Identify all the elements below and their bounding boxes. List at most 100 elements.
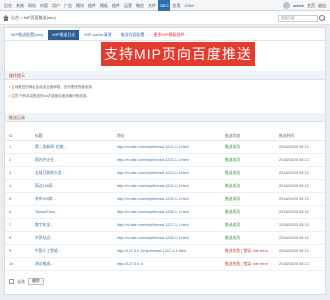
breadcrumb-root[interactable]: 后台: [11, 15, 19, 21]
cell-title-link[interactable]: 发布300款...: [35, 193, 117, 205]
header-id: ID: [9, 134, 13, 138]
cell-url-link[interactable]: http://127.0.0.1/mip/thread-1217-1-1.htm…: [117, 245, 225, 257]
menu-item[interactable]: 用户: [50, 0, 62, 11]
tab-5[interactable]: 更多MIP模板插件: [149, 30, 188, 40]
tip-highlight: 注意: [11, 94, 19, 98]
cell-status: 推送成功: [225, 158, 241, 162]
cell-time: 2018/03/23 05:13: [279, 210, 309, 214]
cell-id: 7: [9, 223, 12, 227]
log-section-title: 推送记录: [5, 113, 325, 122]
table-row: 4 高达108家... http://m.site.com/mip/thread-1…: [5, 180, 325, 193]
table-row: 5 发布300款... http://m.site.com/mip/thread-1…: [5, 193, 325, 206]
tips-list: • 主动推送的网址会经由百度审核，但可更快的被收录。 • 注意 只有本站推送的u…: [9, 83, 319, 101]
cell-id: 3: [9, 171, 12, 175]
cell-time: 2018/03/23 05:13: [279, 223, 309, 227]
menu-item[interactable]: CRM: [182, 0, 195, 11]
cell-url-link[interactable]: http://m.site.com/mip/thread-1228-1-1.ht…: [117, 232, 225, 244]
cell-url-link[interactable]: http://m.site.com/mip/thread-1224-1-1.ht…: [117, 180, 225, 192]
menu-item[interactable]: 内容: [38, 0, 50, 11]
menu-item[interactable]: 插件: [86, 0, 98, 11]
table-row: 10 测试推送... http://127.0.0.1/推送失败 | 错误: sit…: [5, 258, 325, 271]
table-row: 1 第二条新闻: 伦敦... http://m.site.com/mip/threa…: [5, 141, 325, 154]
menu-item[interactable]: 网站: [26, 0, 38, 11]
tab-4[interactable]: 推送内容配置: [116, 30, 148, 40]
tips-section-title: 操作提示: [5, 71, 325, 80]
cell-url-link[interactable]: http://m.site.com/mip/thread-1221-1-1.ht…: [117, 141, 225, 153]
cell-title-link[interactable]: 全球互联网大会...: [35, 167, 117, 179]
menu-item[interactable]: 后台: [2, 0, 14, 11]
header-title: 标题: [35, 134, 43, 138]
header-url: 地址: [117, 134, 125, 138]
header-time: 推送时间: [279, 134, 295, 138]
cell-title-link[interactable]: 高达108家...: [35, 180, 117, 192]
cell-title-link[interactable]: 中国人工智能...: [35, 245, 117, 257]
cell-url-link[interactable]: http://m.site.com/mip/thread-1222-1-1.ht…: [117, 154, 225, 166]
cell-status: 推送成功: [225, 210, 241, 214]
menu-item[interactable]: 模板: [98, 0, 110, 11]
tab-2[interactable]: MIP推送日志: [48, 30, 80, 40]
table-header: ID 标题 地址 推送状态 推送时间: [5, 131, 325, 141]
menu-item[interactable]: 文件: [146, 0, 158, 11]
menu-item[interactable]: 广告: [62, 0, 74, 11]
menu-item[interactable]: SEO: [158, 0, 171, 11]
cell-url-link[interactable]: http://m.site.com/mip/thread-1227-1-1.ht…: [117, 219, 225, 231]
breadcrumb-current: MIP页面推送(seo): [23, 14, 56, 20]
cell-title-link[interactable]: 第二条新闻: 伦敦...: [35, 141, 117, 153]
user-link-home[interactable]: 主页: [307, 3, 315, 9]
cell-id: 6: [9, 210, 12, 214]
cell-status: 推送成功: [225, 145, 241, 149]
cell-status: 推送成功: [225, 236, 241, 240]
tab-3[interactable]: MIP-cache清理: [80, 30, 115, 40]
cell-url-link[interactable]: http://127.0.0.1/: [117, 258, 225, 270]
menu-item[interactable]: 运营: [122, 0, 134, 11]
cell-title-link[interactable]: 外贸站点...: [35, 232, 117, 244]
cell-time: 2018/03/23 05:13: [279, 145, 309, 149]
cell-status: 推送失败 | 错误: site error: [225, 249, 268, 253]
main-menu: 后台 系统 网站 内容 用户 广告 模块 插件 模板 插件 运营 微信 文件 SEO 应用 CRM: [0, 0, 196, 11]
cell-status: 推送失败 | 错误: site error: [225, 262, 268, 266]
menu-item[interactable]: 应用: [170, 0, 182, 11]
cell-url-link[interactable]: http://m.site.com/mip/thread-1226-1-1.ht…: [117, 206, 225, 218]
cell-title-link[interactable]: TensorFlow...: [35, 206, 117, 218]
table-body: 1 第二条新闻: 伦敦... http://m.site.com/mip/threa…: [5, 141, 325, 271]
cell-url-link[interactable]: http://m.site.com/mip/thread-1223-1-1.ht…: [117, 167, 225, 179]
select-all-label[interactable]: 全选: [17, 279, 25, 285]
cell-status: 推送成功: [225, 223, 241, 227]
home-icon[interactable]: [3, 14, 9, 21]
cell-id: 5: [9, 197, 12, 201]
cell-time: 2018/03/23 05:13: [279, 262, 309, 266]
tip-text: 只有本站推送的url才能被百度准确识别收录。: [19, 94, 90, 98]
menu-item[interactable]: 微信: [134, 0, 146, 11]
table-row: 8 外贸站点... http://m.site.com/mip/thread-122…: [5, 232, 325, 245]
cell-title-link[interactable]: 测试推送...: [35, 258, 117, 270]
cell-title-link[interactable]: 数字化全...: [35, 219, 117, 231]
username[interactable]: admin: [293, 3, 304, 8]
menu-item[interactable]: 模块: [74, 0, 86, 11]
table-row: 2 国内外企业... http://m.site.com/mip/thread-12…: [5, 154, 325, 167]
cell-time: 2018/03/23 05:13: [279, 249, 309, 253]
tip-item: • 主动推送的网址会经由百度审核，但可更快的被收录。: [9, 85, 96, 89]
cell-time: 2018/03/23 05:13: [279, 184, 309, 188]
delete-button[interactable]: 删除: [28, 278, 44, 285]
search-icon[interactable]: [319, 15, 325, 22]
menu-item[interactable]: 插件: [110, 0, 122, 11]
cell-id: 10: [9, 262, 14, 266]
menu-item[interactable]: 系统: [14, 0, 26, 11]
cell-time: 2018/03/23 05:13: [279, 197, 309, 201]
tab-1[interactable]: MIP推送配置(seo): [7, 30, 47, 40]
table-row: 3 全球互联网大会... http://m.site.com/mip/thread-…: [5, 167, 325, 180]
main-panel: MIP推送配置(seo) MIP推送日志 MIP-cache清理 推送内容配置 更多MI…: [4, 27, 326, 295]
tip-text: 主动推送的网址会经由百度审核，但可更快的被收录。: [11, 85, 96, 89]
cell-status: 推送成功: [225, 184, 241, 188]
search-input[interactable]: 搜索功能: [278, 15, 318, 22]
cell-status: 推送成功: [225, 171, 241, 175]
table-footer: 全选 删除: [9, 278, 44, 285]
cell-title-link[interactable]: 国内外企业...: [35, 154, 117, 166]
promo-banner: 支持MIP页向百度推送: [101, 42, 255, 66]
cell-url-link[interactable]: http://m.site.com/mip/thread-1225-1-1.ht…: [117, 193, 225, 205]
user-link-logout[interactable]: 退出: [318, 3, 326, 9]
select-all-checkbox[interactable]: [9, 279, 14, 284]
table-row: 6 TensorFlow... http://m.site.com/mip/thre…: [5, 206, 325, 219]
avatar[interactable]: [283, 2, 291, 9]
cell-time: 2018/03/23 05:13: [279, 158, 309, 162]
